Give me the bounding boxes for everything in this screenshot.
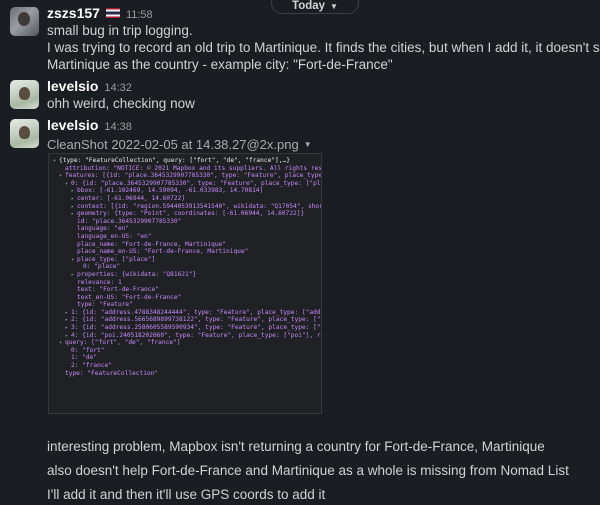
console-line: language: "en" (53, 225, 321, 233)
console-line: ▸ 4: {id: "poi.240518202060", type: "Feat… (53, 332, 321, 340)
console-line: place_name_en-US: "Fort-de-France, Marti… (53, 248, 321, 256)
console-line-text: relevance: 1 (77, 278, 122, 286)
console-line: ▸ geometry: {type: "Point", coordinates: … (53, 210, 321, 218)
console-line-text: 0: "fort" (71, 346, 105, 354)
console-line-text: language_en-US: "en" (77, 232, 152, 240)
console-line-text: place_type: ["place"] (77, 255, 156, 263)
message-text: small bug in trip logging. (47, 23, 193, 38)
console-line-text: 1: {id: "address.4788348244444", type: "… (71, 308, 322, 316)
message-time[interactable]: 14:38 (104, 121, 132, 133)
message-time[interactable]: 14:32 (104, 82, 132, 94)
console-line: attribution: "NOTICE: © 2021 Mapbox and … (53, 165, 321, 173)
console-line-text: context: [{id: "region.5944053913541540"… (77, 202, 322, 210)
console-line-text: attribution: "NOTICE: © 2021 Mapbox and … (65, 164, 322, 172)
console-line-text: features: [{id: "place.3645329907785330"… (65, 172, 322, 180)
console-line: ▸ context: [{id: "region.5944053913541540… (53, 203, 321, 211)
console-line-text: id: "place.3645329907785330" (77, 217, 182, 225)
console-line: text_en-US: "Fort-de-France" (53, 294, 321, 302)
console-line: type: "FeatureCollection" (53, 370, 321, 378)
console-line: language_en-US: "en" (53, 233, 321, 241)
console-line-text: 2: "france" (71, 362, 112, 370)
message-header: levelsio 14:32 (47, 78, 132, 94)
console-line: 0: "fort" (53, 347, 321, 355)
console-line-text: place_name_en-US: "Fort-de-France, Marti… (77, 248, 249, 256)
console-line-text: text: "Fort-de-France" (77, 286, 159, 294)
console-line: ▸ center: [-61.06944, 14.60722] (53, 195, 321, 203)
console-line-text: 0: {id: "place.3645329907785330", type: … (71, 179, 322, 187)
console-line: ▾ query: ["fort", "de", "france"] (53, 339, 321, 347)
avatar[interactable] (10, 119, 39, 148)
console-line: ▸ 2: {id: "address.5665689899738122", typ… (53, 316, 321, 324)
console-line-text: 2: {id: "address.5665689899738122", type… (71, 316, 322, 324)
message-text: also doesn't help Fort-de-France and Mar… (47, 463, 569, 478)
console-line: ▾ place_type: ["place"] (53, 256, 321, 264)
console-line-text: geometry: {type: "Point", coordinates: [… (77, 210, 305, 218)
console-line: ▸ bbox: [-61.102469, 14.59094, -61.033983… (53, 187, 321, 195)
console-line: relevance: 1 (53, 279, 321, 287)
console-line: type: "Feature" (53, 301, 321, 309)
message-text: I was trying to record an old trip to Ma… (47, 40, 600, 55)
message-header: zszs157 11:58 (47, 5, 153, 21)
console-line: ▸ 3: {id: "address.2580605589590934", typ… (53, 324, 321, 332)
console-line: id: "place.3645329907785330" (53, 218, 321, 226)
message-text: I'll add it and then it'll use GPS coord… (47, 487, 326, 502)
console-line-text: 3: {id: "address.2580605589590934", type… (71, 324, 322, 332)
console-line-text: type: "FeatureCollection" (65, 369, 159, 377)
attachment-image-console-screenshot[interactable]: ▾ {type: "FeatureCollection", query: ["fo… (48, 153, 322, 414)
user-name[interactable]: levelsio (47, 78, 98, 94)
console-line: 0: "place" (53, 263, 321, 271)
day-divider-button[interactable]: Today ▼ (271, 0, 359, 14)
thailand-flag-icon (105, 8, 120, 18)
console-line-text: type: "Feature" (77, 301, 133, 309)
console-line-text: query: ["fort", "de", "france"] (65, 339, 181, 347)
console-line: ▸ properties: {wikidata: "Q81621"} (53, 271, 321, 279)
message-header: levelsio 14:38 (47, 117, 132, 133)
console-line: place_name: "Fort-de-France, Martinique" (53, 241, 321, 249)
console-line-text: language: "en" (77, 225, 130, 233)
day-divider-label: Today (292, 0, 326, 12)
console-line: ▾ {type: "FeatureCollection", query: ["fo… (53, 157, 321, 165)
console-line-text: properties: {wikidata: "Q81621"} (77, 270, 197, 278)
console-line: 2: "france" (53, 362, 321, 370)
avatar[interactable] (10, 80, 39, 109)
console-line-text: 1: "de" (71, 354, 98, 362)
console-line-text: place_name: "Fort-de-France, Martinique" (77, 240, 227, 248)
console-line: ▸ 1: {id: "address.4788348244444", type: … (53, 309, 321, 317)
chevron-down-icon: ▼ (330, 1, 338, 11)
user-name[interactable]: zszs157 (47, 5, 100, 21)
console-line-text: center: [-61.06944, 14.60722] (77, 194, 186, 202)
console-line-text: text_en-US: "Fort-de-France" (77, 293, 182, 301)
console-line: 1: "de" (53, 354, 321, 362)
console-line-text: bbox: [-61.102469, 14.59094, -61.033983,… (77, 187, 264, 195)
console-line: text: "Fort-de-France" (53, 286, 321, 294)
message-text: interesting problem, Mapbox isn't return… (47, 439, 545, 454)
attachment-filename[interactable]: CleanShot 2022-02-05 at 14.38.27@2x.png (47, 137, 299, 152)
caret-down-icon[interactable]: ▼ (304, 140, 312, 149)
console-line: ▾ 0: {id: "place.3645329907785330", type:… (53, 180, 321, 188)
console-line-text: 4: {id: "poi.240518202060", type: "Featu… (71, 331, 322, 339)
message-text: Martinique as the country - example city… (47, 57, 393, 72)
console-line-text: {type: "FeatureCollection", query: ["for… (59, 157, 290, 164)
message-text: ohh weird, checking now (47, 96, 195, 111)
attachment-title[interactable]: CleanShot 2022-02-05 at 14.38.27@2x.png … (47, 137, 312, 152)
console-line: ▾ features: [{id: "place.3645329907785330… (53, 172, 321, 180)
console-line-text: 0: "place" (83, 263, 121, 271)
avatar[interactable] (10, 7, 39, 36)
message-time[interactable]: 11:58 (126, 9, 153, 21)
user-name[interactable]: levelsio (47, 117, 98, 133)
